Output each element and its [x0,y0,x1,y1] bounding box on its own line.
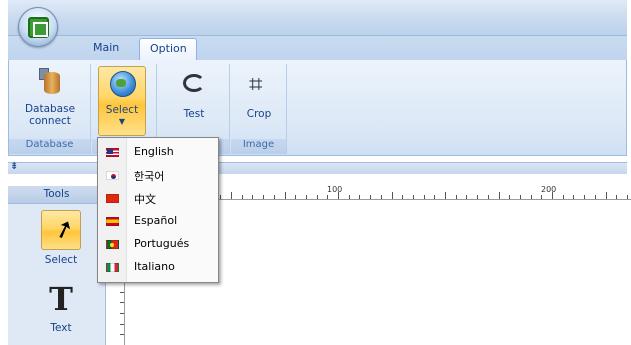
select-language-label: Select [105,104,139,116]
database-connect-button[interactable]: Database connect [13,66,87,127]
database-connect-label-1: Database [24,103,76,115]
menu-item-label: Italiano [134,260,175,273]
ribbon-tabs: Main Option [8,36,627,60]
ruler-tick [423,195,425,199]
ruler-tick [616,195,618,199]
ruler-tick [626,195,628,199]
ruler-tick [573,195,575,199]
ruler-tick [455,195,457,199]
es-flag-icon [106,217,119,226]
menu-item-spanish[interactable]: Español [98,209,218,232]
group-label-image: Image [231,139,286,154]
database-connect-label-2: connect [29,115,71,127]
ruler-tick [466,195,468,199]
ruler-tick [120,302,124,304]
ruler-tick [605,192,607,199]
ruler-tick [231,192,232,199]
database-icon [34,68,66,100]
ruler-tick [273,195,275,199]
test-button[interactable]: Test [168,66,220,120]
ruler-tick [241,195,243,199]
cn-flag-icon [106,194,119,203]
rotate-icon [178,68,210,100]
ruler-tick [348,195,350,199]
crop-label: Crop [246,108,272,120]
us-flag-icon [106,148,119,157]
menu-item-english[interactable]: English [98,140,218,163]
app-logo-icon [28,17,49,38]
globe-icon [106,69,138,101]
customize-quick-access-icon[interactable]: ⇟ [10,161,18,172]
pointer-icon: ➚ [41,210,81,250]
ruler-tick [120,334,124,336]
ruler-tick [305,195,307,199]
ruler-tick [530,195,532,199]
text-tool-label: Text [50,322,72,334]
ruler-tick [120,313,124,314]
ruler-tick [562,195,564,199]
text-t-icon: T [49,280,73,318]
ruler-tick [584,195,586,199]
ruler-tick [541,195,543,199]
ruler-tick [412,195,414,199]
select-tool-button[interactable]: ➚ Select [38,210,84,266]
ruler-tick [445,192,446,199]
ruler-tick [263,195,265,199]
kr-flag-icon [106,171,119,180]
group-label-database: Database [9,139,90,154]
ruler-tick [338,192,339,199]
ruler-tick [327,195,329,199]
ruler-label-200: 200 [541,185,557,194]
ruler-tick [477,195,479,199]
tools-panel: Tools ➚ Select T Text [8,186,106,345]
menu-item-label: Español [134,214,178,227]
ruler-label-100: 100 [327,185,343,194]
menu-item-portuguese[interactable]: Portugués [98,232,218,255]
ruler-tick [519,195,521,199]
ruler-tick [120,323,124,325]
text-tool-button[interactable]: T Text [38,282,84,334]
ruler-tick [220,195,222,199]
title-bar [8,0,627,36]
tab-option[interactable]: Option [139,38,197,60]
menu-item-label: Portugués [134,237,190,250]
select-tool-label: Select [44,254,78,266]
application-menu-button[interactable] [18,7,58,47]
dropdown-arrow-icon: ▼ [118,117,126,126]
ruler-tick [370,195,372,199]
tab-main[interactable]: Main [83,38,129,60]
it-flag-icon [106,263,119,272]
ruler-tick [509,195,511,199]
language-dropdown-menu: English 한국어 中文 Español Portugués Italian… [97,137,219,283]
menu-item-italian[interactable]: Italiano [98,255,218,278]
ruler-tick [594,195,596,199]
menu-item-label: 한국어 [134,170,165,183]
ruler-tick [295,195,297,199]
ruler-tick [359,195,361,199]
ruler-tick [391,192,393,199]
menu-item-label: English [134,145,174,158]
ribbon-group-image: ⌗ Crop Image [231,64,287,154]
ruler-tick [552,192,553,199]
menu-item-label: 中文 [134,193,156,206]
pt-flag-icon [106,240,119,249]
tools-panel-title: Tools [8,186,105,204]
ruler-tick [316,195,318,199]
ruler-tick [487,195,489,199]
ruler-tick [120,291,124,293]
select-language-button[interactable]: Select ▼ [98,66,146,136]
ruler-tick [284,192,286,199]
ruler-tick [252,195,254,199]
test-label: Test [183,108,205,120]
menu-item-korean[interactable]: 한국어 [98,163,218,186]
ruler-tick [434,195,436,199]
menu-item-chinese[interactable]: 中文 [98,186,218,209]
crop-icon: ⌗ [249,70,263,98]
ruler-tick [380,195,382,199]
crop-button[interactable]: ⌗ Crop [237,66,281,120]
ruler-tick [402,195,404,199]
ruler-tick [498,192,500,199]
ribbon-group-database: Database connect Database [9,64,91,154]
